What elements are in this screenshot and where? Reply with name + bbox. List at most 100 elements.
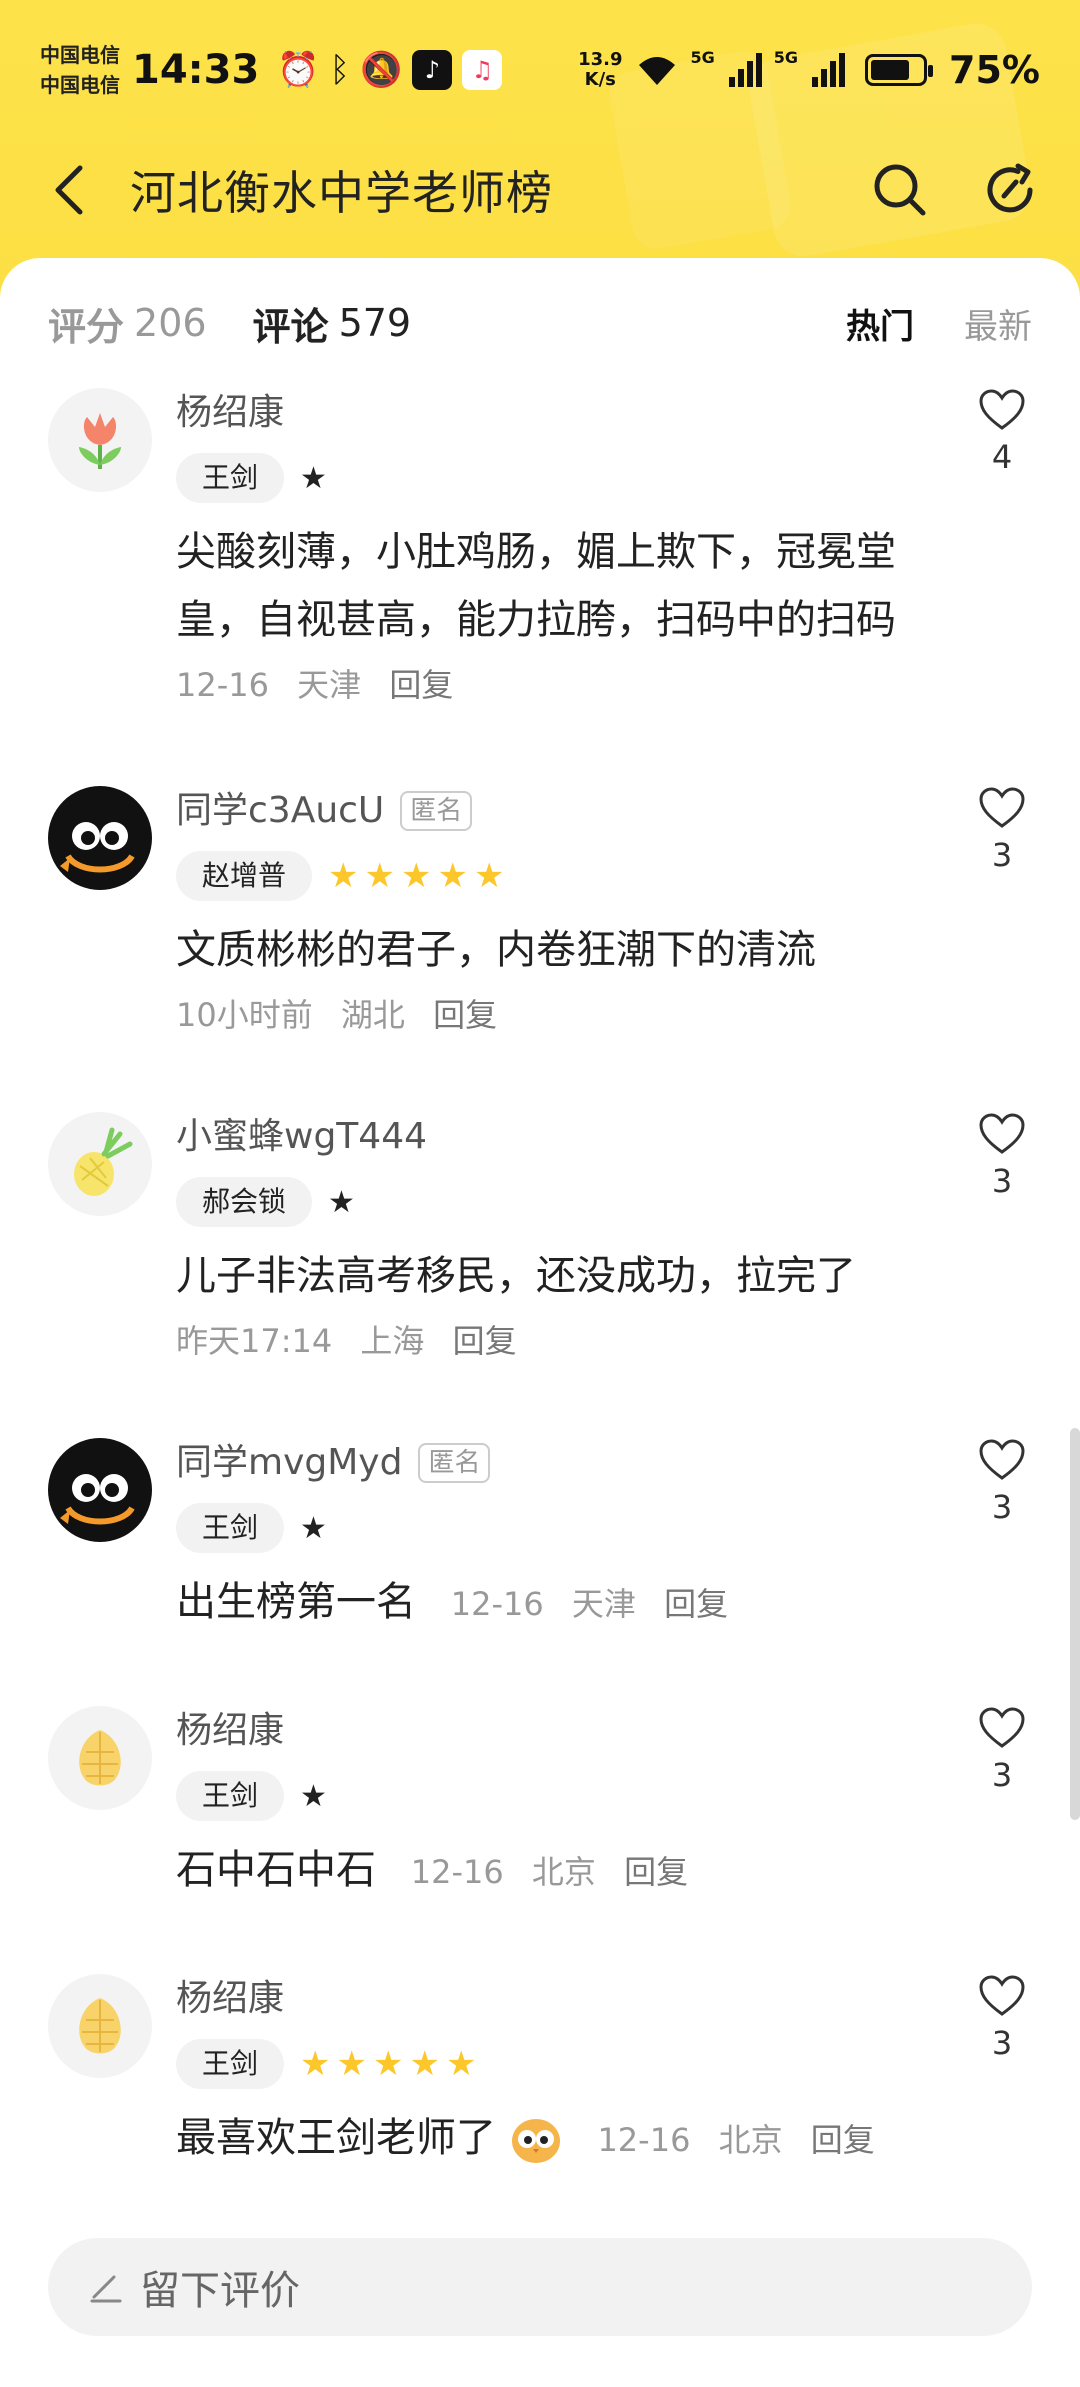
anonymous-badge: 匿名 bbox=[418, 1443, 491, 1483]
rating-row: 王剑 ★ bbox=[176, 1770, 960, 1822]
owl-avatar-icon bbox=[56, 1446, 144, 1534]
battery-percent: 75% bbox=[949, 48, 1040, 92]
comment-text: 尖酸刻薄，小肚鸡肠，媚上欺下，冠冕堂皇，自视甚高，能力拉胯，扫码中的扫码 bbox=[176, 529, 896, 643]
star-icon: ★ bbox=[445, 2044, 477, 2084]
reply-button[interactable]: 回复 bbox=[433, 996, 497, 1034]
reply-button[interactable]: 回复 bbox=[624, 1853, 688, 1891]
comment-location: 天津 bbox=[571, 1585, 636, 1623]
avatar[interactable] bbox=[48, 1706, 152, 1810]
signal-icon bbox=[812, 53, 846, 87]
reply-button[interactable]: 回复 bbox=[389, 666, 453, 704]
write-review-input[interactable]: 留下评价 bbox=[48, 2238, 1032, 2336]
owl-avatar-icon bbox=[56, 794, 144, 882]
mute-bell-icon: 🔕 bbox=[360, 50, 403, 90]
tab-latest[interactable]: 最新 bbox=[964, 299, 1032, 348]
avatar[interactable] bbox=[48, 1974, 152, 2078]
comment-item: 杨绍康 王剑 ★ 石中石中石 12-16 北京 回复 3 bbox=[0, 1706, 1080, 1974]
comment-meta: 12-16 天津 回复 bbox=[451, 1585, 746, 1623]
comment-label[interactable]: 评论 bbox=[253, 296, 329, 351]
like-button[interactable]: 3 bbox=[972, 1706, 1032, 1794]
star-icon: ★ bbox=[409, 2044, 440, 2084]
music-app-icon: ♫ bbox=[462, 50, 503, 90]
half-star-icon: ★ bbox=[300, 1778, 327, 1814]
comment-text: 石中石中石 12-16 北京 回复 bbox=[176, 1836, 960, 1906]
comment-text: 文质彬彬的君子，内卷狂潮下的清流 bbox=[176, 927, 816, 973]
half-star-icon: ★ bbox=[328, 1184, 355, 1220]
star-rating: ★ ★ ★ ★ ★ bbox=[300, 2047, 476, 2081]
username[interactable]: 同学mvgMyd 匿名 bbox=[176, 1438, 960, 1488]
username[interactable]: 小蜜蜂wgT444 bbox=[176, 1112, 960, 1162]
status-time: 14:33 bbox=[132, 47, 260, 93]
teacher-tag[interactable]: 王剑 bbox=[176, 1771, 285, 1821]
comment-item: 同学mvgMyd 匿名 王剑 ★ 出生榜第一名 12-16 天津 回复 3 bbox=[0, 1438, 1080, 1706]
comment-meta: 10小时前 湖北 回复 bbox=[176, 992, 960, 1038]
username[interactable]: 杨绍康 bbox=[176, 388, 960, 438]
star-icon: ★ bbox=[372, 2044, 404, 2084]
rating-row: 王剑 ★ bbox=[176, 1502, 960, 1554]
like-count: 4 bbox=[991, 438, 1013, 476]
battery-icon bbox=[865, 54, 934, 86]
tab-hot[interactable]: 热门 bbox=[846, 299, 914, 348]
like-button[interactable]: 3 bbox=[972, 1112, 1032, 1200]
write-review-placeholder: 留下评价 bbox=[140, 2268, 300, 2314]
like-button[interactable]: 3 bbox=[972, 1974, 1032, 2062]
username-text: 小蜜蜂wgT444 bbox=[176, 1116, 427, 1157]
comment-text: 最喜欢王剑老师了 12-16 北京 回复 bbox=[176, 2104, 960, 2174]
reply-button[interactable]: 回复 bbox=[811, 2121, 875, 2159]
comment-meta: 12-16 天津 回复 bbox=[176, 662, 960, 708]
like-button[interactable]: 3 bbox=[972, 1438, 1032, 1526]
heart-icon bbox=[979, 1707, 1025, 1748]
chevron-left-icon bbox=[55, 165, 83, 215]
avatar[interactable] bbox=[48, 1112, 152, 1216]
star-icon: ★ bbox=[437, 856, 468, 896]
search-icon bbox=[874, 164, 926, 216]
back-button[interactable] bbox=[40, 160, 100, 220]
avatar[interactable] bbox=[48, 388, 152, 492]
star-icon: ★ bbox=[336, 2044, 367, 2084]
comment-date: 12-16 bbox=[450, 1585, 544, 1623]
like-button[interactable]: 3 bbox=[972, 786, 1032, 874]
teacher-tag[interactable]: 赵增普 bbox=[176, 851, 313, 901]
rating-label[interactable]: 评分 bbox=[48, 296, 124, 351]
comment-date: 10小时前 bbox=[176, 996, 313, 1034]
avatar[interactable] bbox=[48, 786, 152, 890]
comment-date: 12-16 bbox=[597, 2121, 691, 2159]
comment-date: 12-16 bbox=[176, 666, 269, 704]
wifi-icon bbox=[638, 57, 675, 85]
reply-button[interactable]: 回复 bbox=[453, 1322, 517, 1360]
network-type-2: 5G bbox=[773, 48, 799, 67]
edit-icon bbox=[90, 2275, 122, 2303]
username-text: 同学c3AucU bbox=[176, 790, 385, 831]
comment-meta: 12-16 北京 回复 bbox=[411, 1853, 706, 1891]
username[interactable]: 杨绍康 bbox=[176, 1974, 960, 2024]
comment-meta: 12-16 北京 回复 bbox=[597, 2121, 892, 2159]
comment-text-body: 出生榜第一名 bbox=[176, 1579, 416, 1625]
tulip-avatar-icon bbox=[79, 413, 121, 469]
comment-location: 北京 bbox=[718, 2121, 783, 2159]
tiktok-icon: ♪ bbox=[412, 50, 453, 90]
pineapple-avatar-icon bbox=[74, 1127, 133, 1196]
reply-button[interactable]: 回复 bbox=[664, 1585, 728, 1623]
comment-text-body: 最喜欢王剑老师了 bbox=[176, 2115, 496, 2161]
heart-icon bbox=[979, 1975, 1025, 2016]
teacher-tag[interactable]: 郝会锁 bbox=[176, 1177, 313, 1227]
username[interactable]: 杨绍康 bbox=[176, 1706, 960, 1756]
username[interactable]: 同学c3AucU 匿名 bbox=[176, 786, 960, 836]
teacher-tag[interactable]: 王剑 bbox=[176, 453, 285, 503]
avatar[interactable] bbox=[48, 1438, 152, 1542]
like-count: 3 bbox=[991, 1488, 1013, 1526]
like-button[interactable]: 4 bbox=[972, 388, 1032, 476]
pinecone-avatar-icon bbox=[79, 1998, 121, 2054]
search-button[interactable] bbox=[870, 160, 930, 220]
comment-text-body: 石中石中石 bbox=[176, 1847, 376, 1893]
rating-row: 王剑 ★ bbox=[176, 452, 960, 504]
network-type-1: 5G bbox=[690, 48, 715, 67]
owl-emoji-icon bbox=[511, 2119, 560, 2163]
half-star-icon: ★ bbox=[300, 460, 327, 496]
teacher-tag[interactable]: 王剑 bbox=[176, 1503, 285, 1553]
teacher-tag[interactable]: 王剑 bbox=[176, 2039, 285, 2089]
app-header: 河北衡水中学老师榜 bbox=[0, 140, 1080, 240]
share-button[interactable] bbox=[980, 160, 1040, 220]
scrollbar[interactable] bbox=[1070, 1428, 1080, 1820]
alarm-icon: ⏰ bbox=[277, 50, 320, 90]
